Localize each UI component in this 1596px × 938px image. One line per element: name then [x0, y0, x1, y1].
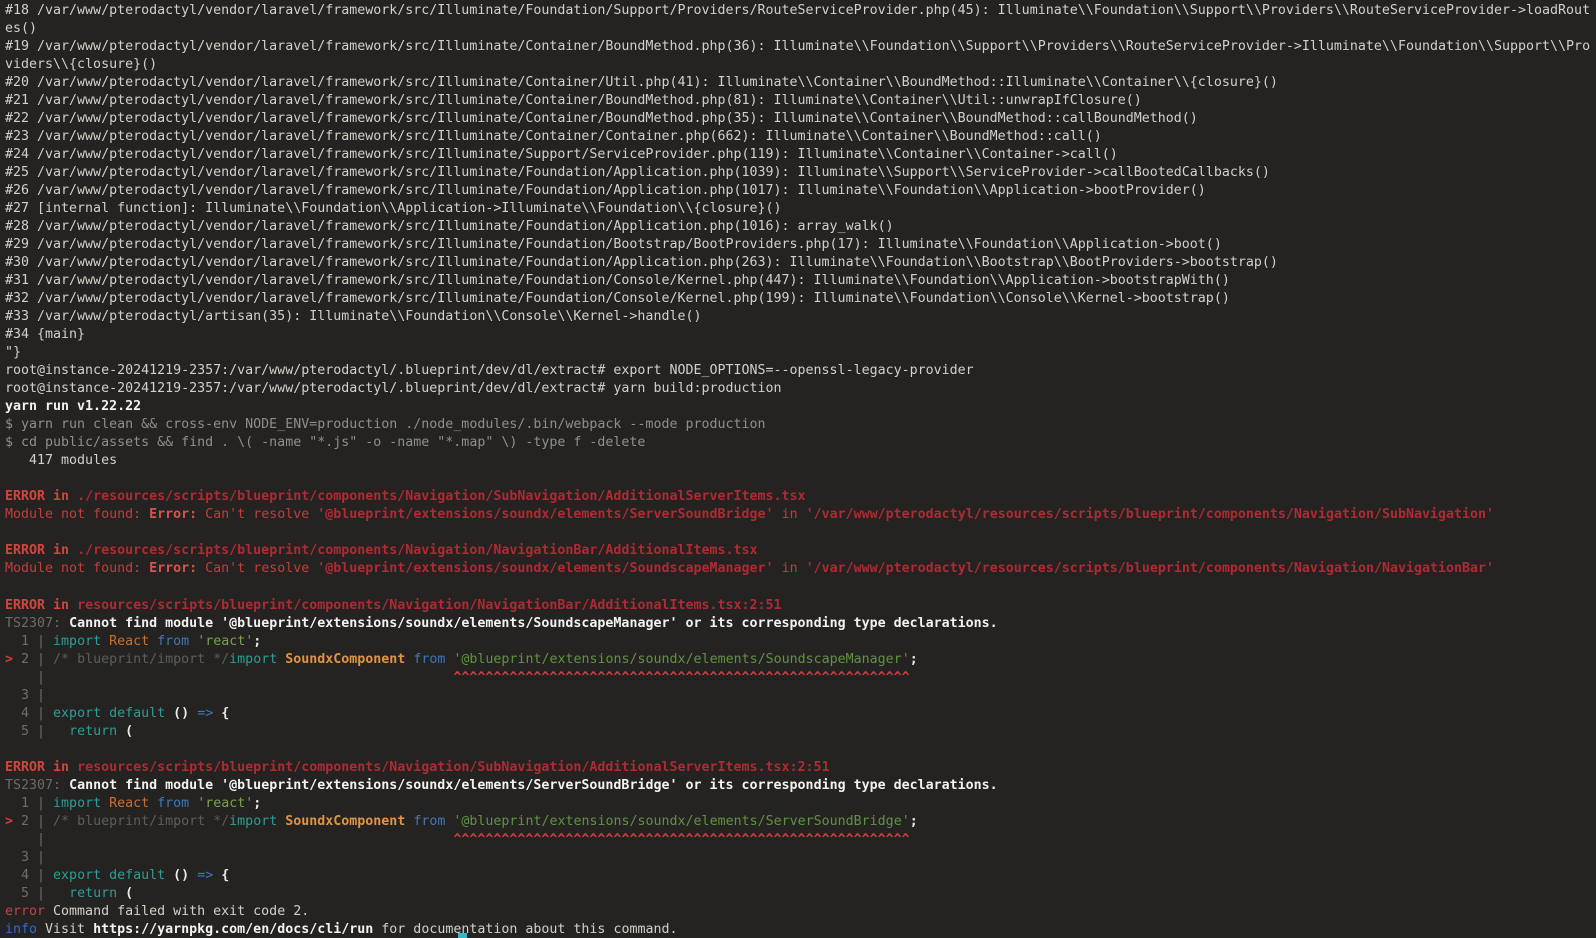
- terminal-row: [5, 524, 1596, 542]
- terminal-row: yarn run v1.22.22: [5, 399, 142, 415]
- terminal-row: #25 /var/www/pterodactyl/vendor/laravel/…: [5, 165, 1270, 181]
- terminal-row: es(): [5, 21, 38, 37]
- terminal-row: viders\\{closure}(): [5, 57, 158, 73]
- terminal-row: #26 /var/www/pterodactyl/vendor/laravel/…: [5, 183, 1206, 199]
- terminal-row: > 2 | /* blueprint/import */import Sound…: [5, 651, 918, 667]
- terminal-output: #18 /var/www/pterodactyl/vendor/laravel/…: [5, 2, 1596, 938]
- terminal-row: [5, 741, 1596, 759]
- terminal-row: 5 | return (: [5, 885, 134, 901]
- terminal-row: #27 [internal function]: Illuminate\\Fou…: [5, 201, 782, 217]
- terminal-row: 5 | return (: [5, 723, 134, 739]
- terminal-cursor: [458, 933, 467, 938]
- terminal-row: 3 |: [5, 849, 46, 865]
- terminal-row: [5, 579, 1596, 597]
- terminal-row: $ yarn run clean && cross-env NODE_ENV=p…: [5, 417, 766, 433]
- terminal-row: 1 | import React from 'react';: [5, 633, 262, 649]
- terminal-row: | ^^^^^^^^^^^^^^^^^^^^^^^^^^^^^^^^^^^^^^…: [5, 669, 910, 685]
- terminal-row: #19 /var/www/pterodactyl/vendor/laravel/…: [5, 39, 1591, 55]
- terminal-row: #32 /var/www/pterodactyl/vendor/laravel/…: [5, 291, 1230, 307]
- terminal-row: #30 /var/www/pterodactyl/vendor/laravel/…: [5, 255, 1278, 271]
- terminal-row: #31 /var/www/pterodactyl/vendor/laravel/…: [5, 273, 1230, 289]
- terminal-row: $ cd public/assets && find . \( -name "*…: [5, 435, 646, 451]
- terminal-row: info Visit https://yarnpkg.com/en/docs/c…: [5, 921, 678, 937]
- terminal-row: 3 |: [5, 687, 46, 703]
- terminal-row: ERROR in ./resources/scripts/blueprint/c…: [5, 543, 758, 559]
- terminal-row: #29 /var/www/pterodactyl/vendor/laravel/…: [5, 237, 1222, 253]
- terminal-row: TS2307: Cannot find module '@blueprint/e…: [5, 777, 998, 793]
- terminal-row: ERROR in ./resources/scripts/blueprint/c…: [5, 489, 806, 505]
- terminal-row: "}: [5, 345, 22, 361]
- terminal-row: #21 /var/www/pterodactyl/vendor/laravel/…: [5, 93, 1142, 109]
- terminal-row: #28 /var/www/pterodactyl/vendor/laravel/…: [5, 219, 894, 235]
- terminal-row: 4 | export default () => {: [5, 705, 230, 721]
- terminal-row: root@instance-20241219-2357:/var/www/pte…: [5, 381, 782, 397]
- terminal-row: #20 /var/www/pterodactyl/vendor/laravel/…: [5, 75, 1278, 91]
- terminal-row: #24 /var/www/pterodactyl/vendor/laravel/…: [5, 147, 1118, 163]
- terminal-row: #18 /var/www/pterodactyl/vendor/laravel/…: [5, 3, 1591, 18]
- terminal-row: > 2 | /* blueprint/import */import Sound…: [5, 813, 918, 829]
- terminal-row: error Command failed with exit code 2.: [5, 903, 310, 919]
- terminal-row: Module not found: Error: Can't resolve '…: [5, 507, 1495, 523]
- terminal-row: [5, 470, 1596, 488]
- terminal-row: 417 modules: [5, 453, 118, 469]
- terminal-row: ERROR in resources/scripts/blueprint/com…: [5, 597, 782, 613]
- terminal-row: ERROR in resources/scripts/blueprint/com…: [5, 759, 830, 775]
- terminal-row: | ^^^^^^^^^^^^^^^^^^^^^^^^^^^^^^^^^^^^^^…: [5, 831, 910, 847]
- terminal-row: #34 {main}: [5, 327, 86, 343]
- terminal-screen[interactable]: #18 /var/www/pterodactyl/vendor/laravel/…: [0, 0, 1596, 938]
- terminal-row: #33 /var/www/pterodactyl/artisan(35): Il…: [5, 309, 702, 325]
- terminal-row: 1 | import React from 'react';: [5, 795, 262, 811]
- terminal-row: root@instance-20241219-2357:/var/www/pte…: [5, 363, 974, 379]
- terminal-row: #23 /var/www/pterodactyl/vendor/laravel/…: [5, 129, 1102, 145]
- terminal-row: TS2307: Cannot find module '@blueprint/e…: [5, 615, 998, 631]
- terminal-row: 4 | export default () => {: [5, 867, 230, 883]
- terminal-row: Module not found: Error: Can't resolve '…: [5, 561, 1495, 577]
- terminal-row: #22 /var/www/pterodactyl/vendor/laravel/…: [5, 111, 1198, 127]
